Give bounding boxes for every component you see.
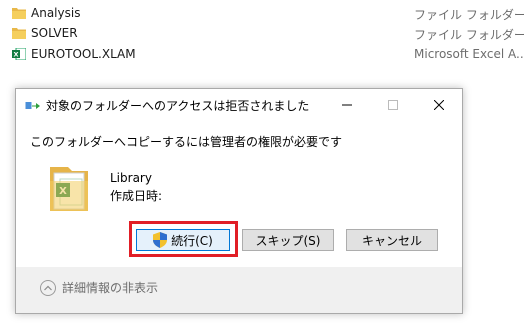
chevron-up-icon — [40, 279, 56, 296]
access-denied-dialog: 対象のフォルダーへのアクセスは拒否されました このフォルダーへコピーするには管理… — [15, 88, 463, 314]
file-copy-icon — [25, 102, 40, 109]
minimize-button[interactable] — [324, 89, 370, 121]
shield-icon — [153, 232, 168, 248]
file-name: EUROTOOL.XLAM — [31, 47, 136, 61]
continue-label: 続行(C) — [171, 233, 213, 248]
minimize-icon — [342, 104, 352, 106]
cancel-button[interactable]: キャンセル — [346, 229, 438, 251]
file-row-solver[interactable]: SOLVER ファイル フォルダー — [0, 24, 524, 44]
dialog-heading: このフォルダーへコピーするには管理者の権限が必要です — [30, 135, 343, 149]
file-name: SOLVER — [31, 26, 78, 40]
file-type: Microsoft Excel A... — [414, 47, 524, 61]
dialog-footer: 詳細情報の非表示 — [16, 267, 462, 313]
file-name: Analysis — [31, 6, 81, 20]
file-type: ファイル フォルダー — [414, 28, 524, 42]
maximize-icon — [388, 100, 398, 110]
skip-button[interactable]: スキップ(S) — [242, 229, 334, 251]
item-name: Library — [110, 171, 152, 185]
close-button[interactable] — [416, 89, 462, 121]
skip-label: スキップ(S) — [255, 233, 321, 248]
continue-button[interactable]: 続行(C) — [136, 229, 230, 251]
folder-icon — [12, 8, 26, 19]
folder-icon — [12, 28, 26, 39]
cancel-label: キャンセル — [361, 233, 422, 248]
details-toggle-label: 詳細情報の非表示 — [62, 281, 159, 295]
dialog-title: 対象のフォルダーへのアクセスは拒否されました — [46, 99, 310, 113]
dialog-titlebar[interactable]: 対象のフォルダーへのアクセスは拒否されました — [16, 89, 462, 121]
item-date-label: 作成日時: — [110, 189, 163, 203]
excel-addin-icon: X — [12, 48, 26, 60]
close-icon — [434, 100, 444, 110]
svg-text:X: X — [13, 51, 18, 59]
file-type: ファイル フォルダー — [414, 8, 524, 22]
dialog-content: このフォルダーへコピーするには管理者の権限が必要です X Library 作成日… — [16, 121, 462, 267]
maximize-button[interactable] — [370, 89, 416, 121]
file-row-analysis[interactable]: Analysis ファイル フォルダー — [0, 4, 524, 24]
details-toggle[interactable]: 詳細情報の非表示 — [40, 279, 158, 296]
library-folder-icon: X — [50, 167, 88, 211]
file-row-eurotool[interactable]: X EUROTOOL.XLAM Microsoft Excel A... — [0, 45, 524, 65]
